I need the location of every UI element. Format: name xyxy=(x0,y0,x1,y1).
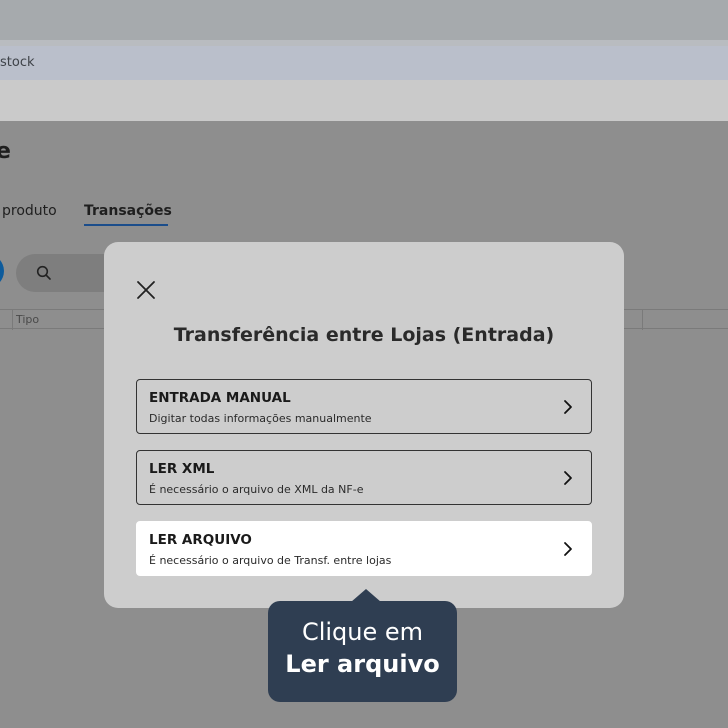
address-bar[interactable]: stock xyxy=(0,46,728,80)
browser-tabstrip xyxy=(0,0,728,40)
column-divider xyxy=(642,310,643,330)
page-title: e xyxy=(0,139,11,164)
column-header-tipo: Tipo xyxy=(16,313,40,326)
chevron-right-icon xyxy=(564,400,572,414)
option-subtitle: É necessário o arquivo de Transf. entre … xyxy=(149,554,392,567)
option-title: LER XML xyxy=(149,461,215,477)
tab-transacoes[interactable]: Transações xyxy=(84,203,172,219)
modal-title: Transferência entre Lojas (Entrada) xyxy=(173,324,555,346)
chevron-right-icon xyxy=(564,471,572,485)
option-title: LER ARQUIVO xyxy=(149,532,252,548)
chevron-right-icon xyxy=(564,542,572,556)
option-ler-xml[interactable]: LER XML É necessário o arquivo de XML da… xyxy=(136,450,592,505)
column-divider xyxy=(12,310,13,330)
add-button[interactable] xyxy=(0,254,4,288)
tooltip-line1: Clique em xyxy=(301,618,424,646)
option-entrada-manual[interactable]: ENTRADA MANUAL Digitar todas informações… xyxy=(136,379,592,434)
transfer-modal: Transferência entre Lojas (Entrada) ENTR… xyxy=(104,242,624,608)
tab-produto[interactable]: produto xyxy=(2,203,57,219)
option-subtitle: É necessário o arquivo de XML da NF-e xyxy=(149,483,364,496)
option-title: ENTRADA MANUAL xyxy=(149,390,291,406)
close-icon[interactable] xyxy=(134,278,158,302)
option-ler-arquivo[interactable]: LER ARQUIVO É necessário o arquivo de Tr… xyxy=(136,521,592,576)
search-icon xyxy=(36,265,51,280)
tooltip-line2: Ler arquivo xyxy=(285,650,440,678)
address-bar-text: stock xyxy=(0,55,35,70)
browser-toolbar xyxy=(0,80,728,121)
guide-tooltip: Clique em Ler arquivo xyxy=(268,601,457,702)
option-subtitle: Digitar todas informações manualmente xyxy=(149,412,372,425)
active-tab-indicator xyxy=(84,224,168,226)
